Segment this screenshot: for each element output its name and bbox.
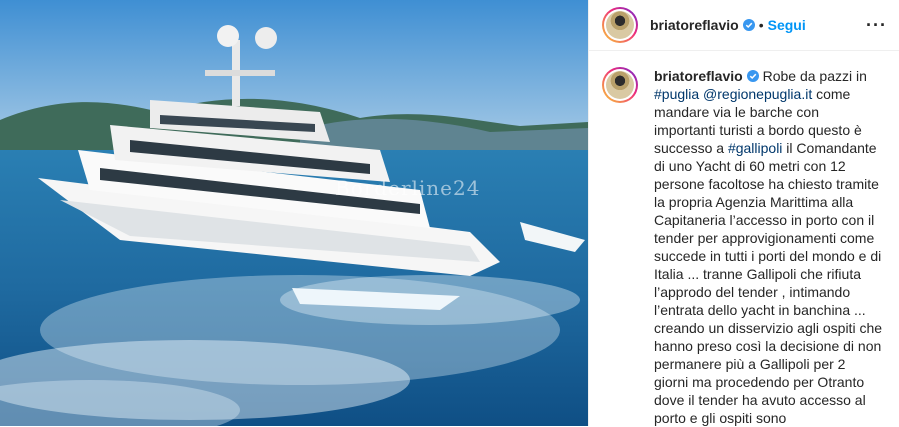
mention-regionepuglia-link[interactable]: @regionepuglia.it — [703, 86, 812, 102]
media-watermark: Borderline24 — [335, 176, 481, 200]
header-username[interactable]: briatoreflavio — [650, 17, 739, 33]
yacht-photo — [0, 0, 588, 426]
caption-comment: briatoreflavio Robe da pazzi in #puglia … — [589, 51, 899, 427]
caption-text: briatoreflavio Robe da pazzi in #puglia … — [654, 67, 882, 427]
caption-avatar[interactable] — [602, 67, 638, 103]
post-header: briatoreflavio • Segui ··· — [589, 0, 899, 51]
avatar-image — [606, 71, 634, 99]
verified-badge-icon — [742, 19, 755, 31]
more-options-icon[interactable]: ··· — [866, 15, 887, 36]
instagram-post: Borderline24 briatoreflavio • Segui ··· … — [0, 0, 899, 426]
separator-dot: • — [758, 17, 764, 33]
post-image[interactable]: Borderline24 — [0, 0, 588, 426]
verified-badge-icon — [746, 70, 759, 82]
caption-part: Robe da pazzi in — [758, 68, 867, 84]
avatar-image — [606, 11, 634, 39]
post-sidebar: briatoreflavio • Segui ··· briatoreflavi… — [588, 0, 899, 426]
caption-part: il Comandante di uno Yacht di 60 metri c… — [654, 140, 883, 426]
avatar[interactable] — [602, 7, 638, 43]
follow-button[interactable]: Segui — [768, 17, 806, 33]
hashtag-puglia-link[interactable]: #puglia — [654, 86, 699, 102]
hashtag-gallipoli-link[interactable]: #gallipoli — [728, 140, 782, 156]
caption-username[interactable]: briatoreflavio — [654, 68, 743, 84]
